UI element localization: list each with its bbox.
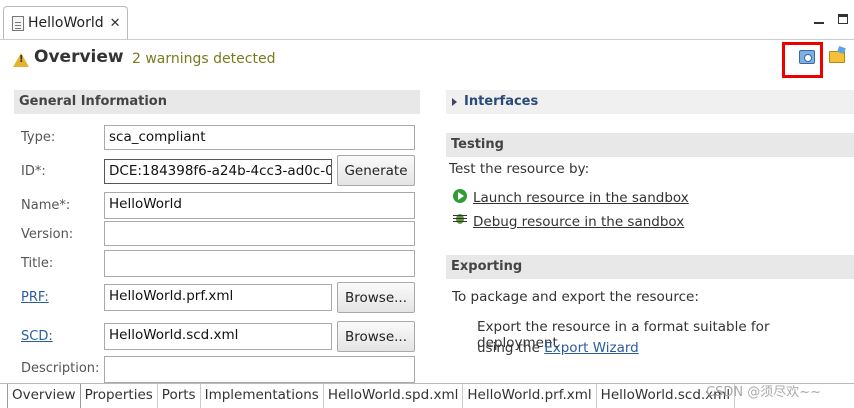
maximize-icon[interactable] [838, 14, 848, 24]
tab-overview[interactable]: Overview [7, 384, 81, 408]
watermark: CSDN @须尽欢~~ [706, 385, 821, 400]
export-wizard-link[interactable]: Export Wizard [544, 340, 639, 356]
tab-ports[interactable]: Ports [157, 384, 201, 408]
type-label: Type: [21, 130, 56, 145]
name-label: Name*: [21, 198, 71, 213]
prf-link[interactable]: PRF: [21, 290, 49, 305]
description-label: Description: [21, 361, 100, 376]
generate-button[interactable]: Generate [337, 155, 415, 186]
expand-triangle-icon[interactable] [452, 98, 457, 106]
tab-implementations[interactable]: Implementations [200, 384, 324, 408]
tab-spd-xml[interactable]: HelloWorld.spd.xml [323, 384, 464, 408]
id-label: ID*: [21, 164, 46, 179]
tab-properties[interactable]: Properties [80, 384, 158, 408]
debug-sandbox-link[interactable]: Debug resource in the sandbox [473, 214, 684, 230]
editor-tab-label: HelloWorld [28, 15, 104, 31]
spd-file-icon [12, 15, 24, 31]
version-label: Version: [21, 227, 74, 242]
warning-icon [13, 53, 29, 67]
warnings-message[interactable]: 2 warnings detected [132, 51, 275, 67]
title-field[interactable] [104, 250, 415, 277]
launch-sandbox-link[interactable]: Launch resource in the sandbox [473, 190, 689, 206]
debug-bug-icon [453, 212, 467, 226]
launch-icon [453, 189, 467, 203]
editor-tab-helloworld[interactable]: HelloWorld ✕ [3, 6, 128, 39]
minimize-icon[interactable] [814, 14, 824, 24]
prf-field[interactable]: HelloWorld.prf.xml [104, 284, 332, 311]
description-field[interactable] [104, 356, 415, 383]
window-controls [814, 14, 848, 24]
interfaces-header[interactable]: Interfaces [446, 90, 854, 114]
exporting-header: Exporting [446, 255, 854, 279]
general-info-header: General Information [14, 90, 420, 114]
page-title: Overview [34, 47, 124, 67]
title-label: Title: [21, 256, 54, 271]
close-icon[interactable]: ✕ [110, 16, 121, 31]
scd-link[interactable]: SCD: [21, 329, 53, 344]
prf-browse-button[interactable]: Browse... [337, 282, 415, 313]
editor-tab-bar: HelloWorld ✕ [0, 0, 854, 40]
export-camera-icon[interactable] [799, 50, 815, 64]
tab-prf-xml[interactable]: HelloWorld.prf.xml [463, 384, 597, 408]
testing-header: Testing [446, 133, 854, 157]
export-description-line2: using the Export Wizard [477, 340, 639, 356]
version-field[interactable] [104, 221, 415, 246]
interfaces-title[interactable]: Interfaces [464, 94, 538, 109]
testing-intro: Test the resource by: [449, 161, 590, 177]
export-prefix: using the [477, 340, 545, 356]
scd-field[interactable]: HelloWorld.scd.xml [104, 323, 332, 350]
name-field[interactable]: HelloWorld [104, 192, 415, 219]
exporting-intro: To package and export the resource: [452, 289, 699, 305]
scd-browse-button[interactable]: Browse... [337, 321, 415, 352]
open-folder-icon[interactable] [829, 51, 845, 63]
type-field[interactable]: sca_compliant [104, 125, 415, 150]
form-header: Overview 2 warnings detected [0, 40, 854, 80]
id-field[interactable]: DCE:184398f6-a24b-4cc3-ad0c-0e [104, 159, 332, 184]
